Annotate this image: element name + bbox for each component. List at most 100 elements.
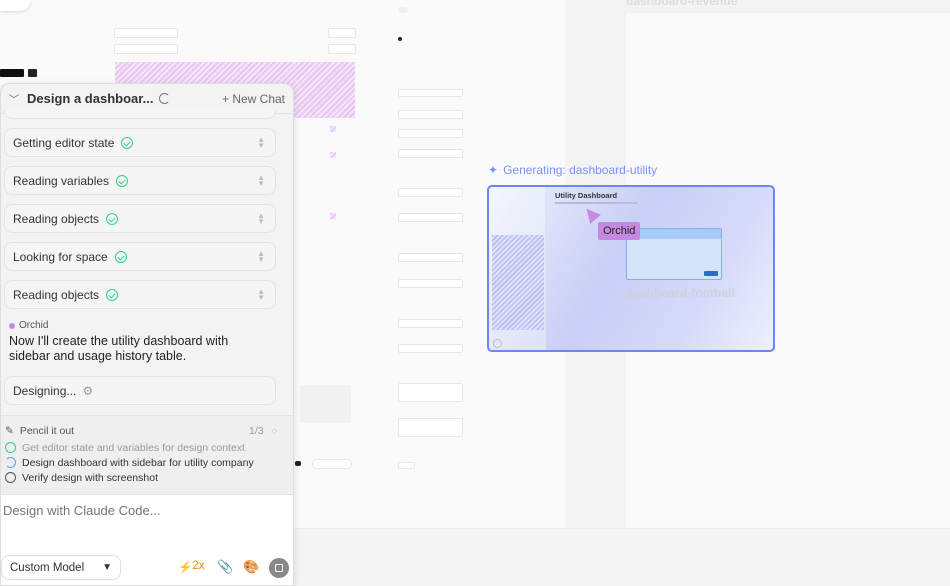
plan-item-text: Design dashboard with sidebar for utilit… (22, 456, 254, 469)
chat-input[interactable] (3, 503, 283, 518)
progress-spinner-icon (5, 457, 16, 468)
plan-item: Get editor state and variables for desig… (1, 440, 293, 455)
plan-item: Design dashboard with sidebar for utilit… (1, 455, 293, 470)
canvas-bottom (294, 528, 950, 586)
plan-item-text: Get editor state and variables for desig… (22, 441, 245, 454)
composer: Custom Model ▼ ⚡2x 📎 🎨 (1, 495, 293, 585)
check-icon (106, 212, 119, 225)
expand-icon: ▲ ▼ (257, 172, 265, 188)
step-item[interactable]: Reading objects ▲ ▼ (4, 204, 276, 233)
plan-panel: ✎ Pencil it out 1/3 ◇ Get editor state a… (1, 415, 293, 495)
check-icon (116, 174, 129, 187)
step-label: Reading objects (13, 211, 100, 226)
chevron-down-icon: ▼ (102, 562, 112, 573)
mini-input (114, 28, 178, 38)
message-author: Orchid (9, 320, 48, 331)
new-chat-button[interactable]: + New Chat (222, 92, 285, 106)
check-icon (106, 288, 119, 301)
toolbar-corner (0, 0, 30, 11)
chat-title[interactable]: Design a dashboar... (27, 91, 153, 106)
model-select[interactable]: Custom Model ▼ (1, 555, 121, 580)
mini-button (312, 459, 352, 469)
new-chat-label: New Chat (232, 91, 285, 106)
step-item-partial[interactable] (4, 110, 276, 119)
mini-otp (398, 319, 463, 328)
mini-card (300, 385, 351, 423)
mini-toggle (398, 7, 408, 13)
speed-toggle[interactable]: ⚡ 2x (178, 560, 204, 574)
assistant-message: Now I'll create the utility dashboard wi… (9, 334, 229, 363)
mini-input (398, 110, 463, 119)
sparkle-icon: ✦ (488, 163, 499, 177)
mini-input (114, 44, 178, 54)
chat-panel: ﹀ Design a dashboar... + New Chat Gettin… (0, 83, 294, 586)
frame-label-football: dashboard-football (626, 286, 735, 300)
collapse-chevron-icon[interactable]: ﹀ (9, 91, 19, 106)
mini-button (398, 462, 415, 469)
plan-item: Verify design with screenshot (1, 470, 293, 485)
expand-icon: ▲ ▼ (257, 286, 265, 302)
mini-textarea (398, 418, 463, 437)
preview-frame-dashboard-utility[interactable]: Utility Dashboard dashboard-football (487, 185, 775, 352)
plan-title: Pencil it out (19, 425, 75, 437)
stop-button[interactable] (269, 558, 289, 578)
mini-swatch (330, 126, 336, 132)
mini-input (398, 149, 463, 158)
mini-button (328, 28, 356, 38)
plan-header[interactable]: ✎ Pencil it out 1/3 ◇ (1, 416, 293, 440)
generating-label: ✦ Generating: dashboard-utility (488, 163, 657, 177)
check-icon (121, 136, 134, 149)
step-label: Reading objects (13, 287, 100, 302)
loading-spinner-icon (159, 93, 171, 104)
mini-swatch (330, 152, 336, 158)
collaborator-label: Orchid (598, 222, 641, 240)
mini-button (328, 44, 356, 54)
plus-icon: + (221, 91, 233, 106)
mini-select (398, 253, 463, 262)
mini-swatch (330, 213, 336, 219)
preview-title: Utility Dashboard (555, 191, 618, 200)
step-label: Looking for space (13, 249, 108, 264)
mini-toggle (295, 461, 301, 466)
author-name: Orchid (19, 320, 49, 331)
mini-button-dark (0, 69, 24, 77)
palette-icon[interactable]: 🎨 (243, 559, 259, 575)
mini-select (398, 188, 463, 197)
step-label: Getting editor state (13, 135, 115, 150)
expand-icon: ▲ ▼ (257, 134, 265, 150)
mini-input (398, 89, 463, 97)
check-icon (114, 250, 127, 263)
gear-icon: ⚙ (82, 383, 94, 398)
designing-status[interactable]: Designing... ⚙ (4, 376, 276, 405)
empty-circle-icon (5, 472, 16, 483)
frame-label-revenue[interactable]: dashboard-revenue (626, 0, 737, 8)
lightning-icon: ⚡ (178, 562, 193, 574)
step-label: Reading variables (13, 173, 110, 188)
preview-sidebar-hatch (492, 235, 544, 330)
paperclip-icon[interactable]: 📎 (217, 559, 233, 575)
mini-radio (398, 37, 402, 41)
expand-icon: ▲ ▼ (257, 248, 265, 264)
preview-subtitle (555, 202, 637, 204)
check-circle-icon (5, 442, 16, 453)
mini-textarea (398, 383, 463, 402)
preview-dialog (626, 228, 722, 280)
speed-label: 2x (192, 560, 205, 572)
mini-otp (398, 344, 463, 353)
author-dot-icon (9, 322, 15, 329)
step-item[interactable]: Looking for space ▲ ▼ (4, 242, 276, 271)
designing-label: Designing... (13, 383, 77, 398)
step-item[interactable]: Reading variables ▲ ▼ (4, 166, 276, 195)
step-item[interactable]: Reading objects ▲ ▼ (4, 280, 276, 309)
preview-avatar (493, 339, 502, 348)
generating-text: Generating: dashboard-utility (503, 163, 658, 177)
plan-progress: 1/3 (249, 425, 264, 437)
mini-button-dark-icon (28, 69, 37, 77)
mini-select (398, 213, 463, 222)
step-item[interactable]: Getting editor state ▲ ▼ (4, 128, 276, 157)
mini-select (398, 279, 463, 288)
expand-icon[interactable]: ◇ (272, 427, 277, 435)
plan-item-text: Verify design with screenshot (22, 471, 158, 484)
mini-input (398, 129, 463, 138)
stop-icon (275, 564, 283, 572)
